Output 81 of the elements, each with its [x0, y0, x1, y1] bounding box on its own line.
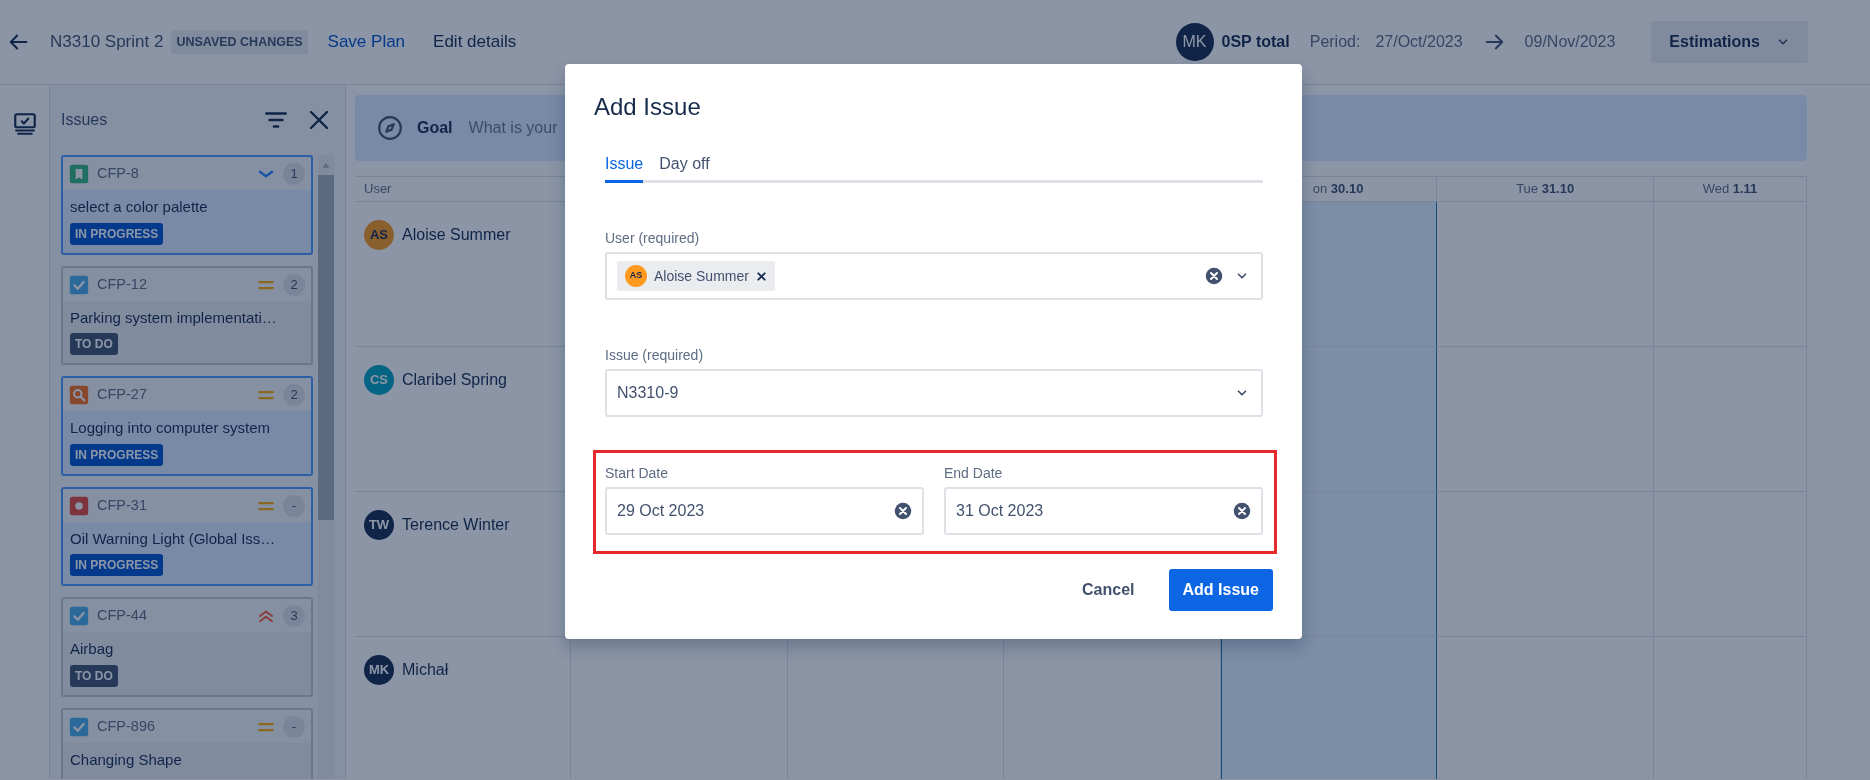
user-name: Aloise Summer: [402, 225, 511, 245]
date-field[interactable]: 31 Oct 2023: [944, 487, 1263, 535]
issue-card[interactable]: CFP-12 2 Parking system implementati… TO DO: [61, 265, 313, 365]
user-name: Claribel Spring: [402, 370, 507, 390]
estimate-badge: 2: [283, 273, 305, 296]
add-issue-button[interactable]: Add Issue: [1168, 569, 1273, 611]
field-label: Issue (required): [605, 346, 705, 365]
issue-card[interactable]: CFP-31 - Oil Warning Light (Global Iss… IN PROGRESS: [61, 486, 313, 586]
issue-title: select a color palette: [70, 197, 209, 217]
issue-title: Airbag: [70, 639, 115, 659]
story-icon: [69, 164, 89, 184]
bug-icon: [69, 495, 89, 516]
period-label: Period:: [1309, 32, 1361, 52]
tab[interactable]: Day off: [659, 148, 710, 183]
issue-card[interactable]: CFP-8 1 select a color palette IN PROGRESS: [61, 155, 313, 255]
user-chip[interactable]: AS Aloise Summer: [617, 261, 775, 291]
issue-select[interactable]: N3310-9: [605, 369, 1263, 417]
task-icon: [69, 606, 89, 626]
clear-icon[interactable]: [1205, 267, 1223, 285]
user-avatar: MK: [364, 655, 394, 685]
field-label: End Date: [944, 464, 1004, 483]
field-label: User (required): [605, 229, 701, 248]
status-badge: TO DO: [70, 664, 118, 687]
user-name: Terence Winter: [402, 515, 510, 535]
issue-key: CFP-12: [97, 273, 147, 296]
user-avatar: CS: [364, 365, 394, 395]
estimate-badge: 2: [283, 384, 305, 406]
date-field[interactable]: 29 Oct 2023: [605, 487, 924, 535]
close-icon[interactable]: [307, 108, 331, 132]
user-name: Michał: [402, 660, 449, 680]
panel-title: Issues: [61, 110, 108, 130]
issue-card[interactable]: CFP-27 2 Logging into computer system IN PROGRESS: [61, 376, 313, 476]
issue-title: Logging into computer system: [70, 418, 272, 438]
task-icon: [69, 716, 89, 737]
tab[interactable]: Issue: [605, 148, 644, 183]
sprint-title: N3310 Sprint 2: [50, 31, 164, 54]
period-end: 09/Nov/2023: [1524, 32, 1616, 52]
estimate-badge: 3: [283, 605, 305, 627]
issue-key: CFP-896: [97, 715, 156, 738]
unsaved-badge: UNSAVED CHANGES: [171, 29, 308, 55]
save-plan-link[interactable]: Save Plan: [327, 29, 406, 55]
status-badge: IN PROGRESS: [70, 554, 164, 576]
issue-key: CFP-8: [97, 163, 139, 185]
issue-card[interactable]: CFP-44 3 Airbag TO DO: [61, 597, 313, 697]
user-avatar: AS: [364, 220, 394, 250]
issue-title: Changing Shape: [70, 749, 183, 770]
compass-icon: [377, 115, 403, 141]
user-avatar: TW: [364, 510, 394, 540]
estimate-badge: -: [283, 494, 305, 517]
magnifier-icon: [69, 385, 89, 405]
issue-key: CFP-27: [97, 384, 147, 406]
issue-key: CFP-31: [97, 494, 147, 517]
monitor-check-icon[interactable]: [11, 111, 38, 137]
day-header: Wed 1.11: [1702, 180, 1758, 199]
period-start: 27/Oct/2023: [1375, 32, 1463, 52]
day-header: Tue 31.10: [1516, 180, 1575, 199]
estimate-badge: 1: [283, 163, 305, 185]
estimations-button[interactable]: Estimations: [1651, 21, 1808, 63]
field-label: Start Date: [605, 464, 670, 483]
task-icon: [69, 274, 89, 295]
clear-icon[interactable]: [1233, 502, 1251, 520]
points-total: 0SP total: [1221, 32, 1290, 52]
user-avatar: AS: [625, 265, 647, 287]
remove-icon[interactable]: [755, 270, 767, 282]
scrollbar-thumb[interactable]: [318, 175, 334, 520]
day-header: on 30.10: [1312, 180, 1364, 199]
status-badge: IN PROGRESS: [70, 443, 164, 466]
user-avatar: MK: [1175, 23, 1214, 61]
cancel-button[interactable]: Cancel: [1068, 569, 1149, 611]
edit-details-link[interactable]: Edit details: [433, 29, 517, 55]
status-badge: IN PROGRESS: [70, 222, 164, 245]
issue-title: Oil Warning Light (Global Iss…: [70, 528, 277, 549]
clear-icon[interactable]: [894, 502, 912, 520]
goal-label: Goal: [417, 118, 453, 138]
issue-key: CFP-44: [97, 605, 147, 627]
issue-card[interactable]: CFP-896 - Changing Shape: [61, 707, 313, 779]
estimate-badge: -: [283, 715, 305, 738]
status-badge: TO DO: [70, 333, 118, 355]
column-header: User: [364, 180, 392, 199]
issue-title: Parking system implementati…: [70, 307, 278, 328]
user-select[interactable]: AS Aloise Summer: [605, 252, 1263, 300]
